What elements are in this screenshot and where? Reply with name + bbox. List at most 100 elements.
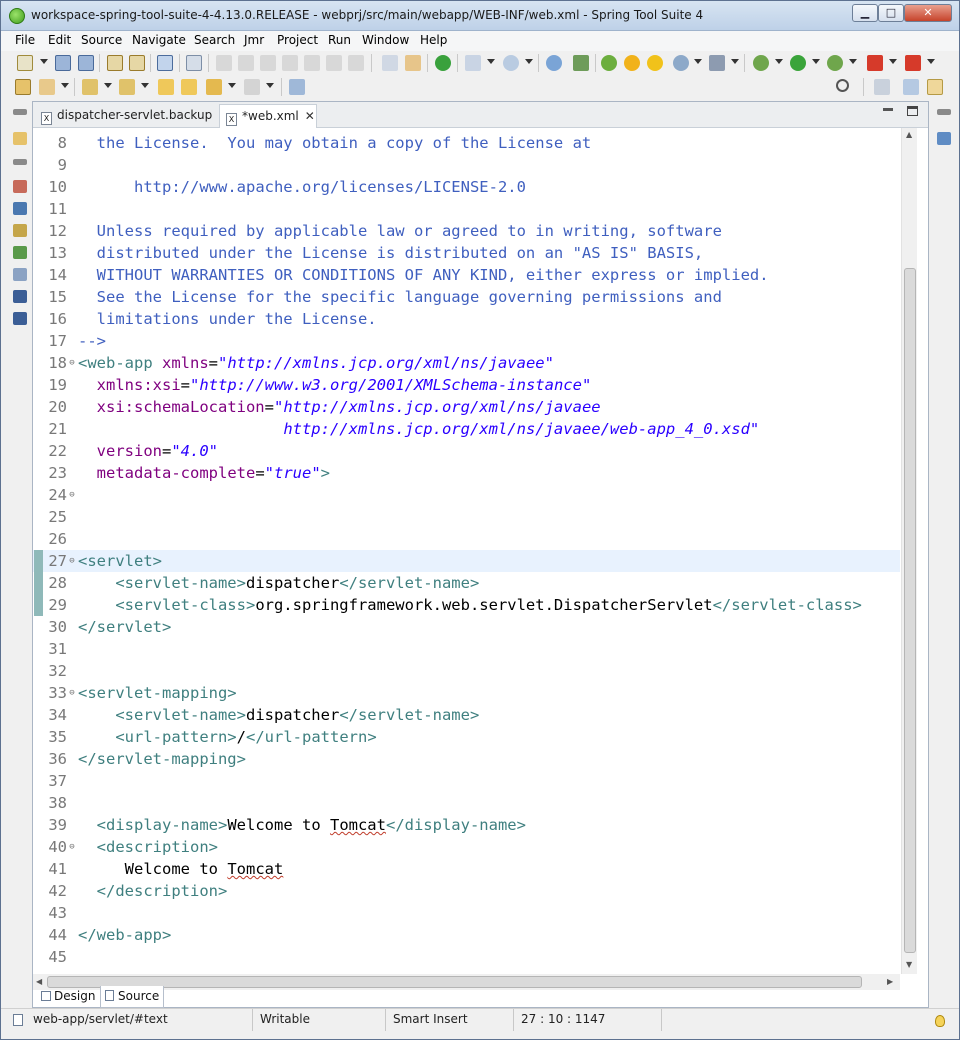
step-return-icon[interactable] [348,55,364,71]
code-text[interactable]: distributed under the License is distrib… [78,242,704,264]
tab-source[interactable]: Source [100,986,165,1008]
code-line[interactable]: 23 metadata-complete="true"> [33,462,900,484]
prev-annotation-icon[interactable] [119,79,135,95]
spring-perspective-icon[interactable] [927,79,943,95]
menu-search[interactable]: Search [194,33,235,47]
code-line[interactable]: 30 </servlet> [33,616,900,638]
code-line[interactable]: 29 <servlet-class>org.springframework.we… [33,594,900,616]
code-line[interactable]: 9 [33,154,900,176]
menu-help[interactable]: Help [420,33,447,47]
code-line[interactable]: 21 http://xmlns.jcp.org/xml/ns/javaee/we… [33,418,900,440]
vertical-scrollbar[interactable]: ▲ ▼ [901,128,917,974]
pen-dropdown-icon[interactable] [61,83,69,88]
code-line[interactable]: 12 Unless required by applicable law or … [33,220,900,242]
forward-icon[interactable] [244,79,260,95]
restore-icon[interactable] [937,109,951,115]
code-line[interactable]: 10 http://www.apache.org/licenses/LICENS… [33,176,900,198]
use-step-filters-icon[interactable] [382,55,398,71]
open-resource-icon[interactable] [129,55,145,71]
pen-icon[interactable] [39,79,55,95]
new-spring-icon[interactable] [503,55,519,71]
resume-icon[interactable] [216,55,232,71]
pin-editor-icon[interactable] [289,79,305,95]
search-run-icon[interactable] [573,55,589,71]
code-text[interactable]: </description> [78,880,228,902]
next-annotation-icon[interactable] [82,79,98,95]
new-dropdown-icon[interactable] [40,59,48,64]
code-text[interactable]: WITHOUT WARRANTIES OR CONDITIONS OF ANY … [78,264,769,286]
restore-icon[interactable] [13,159,27,165]
package-explorer-icon[interactable] [13,132,27,145]
java-perspective-icon[interactable] [903,79,919,95]
menu-file[interactable]: File [15,33,35,47]
code-line[interactable]: 31 [33,638,900,660]
code-line[interactable]: 34 <servlet-name>dispatcher</servlet-nam… [33,704,900,726]
code-text[interactable]: </servlet-mapping> [78,748,246,770]
code-line[interactable]: 33 ⊖ <servlet-mapping> [33,682,900,704]
scroll-up-icon[interactable]: ▲ [906,130,912,139]
menu-source[interactable]: Source [81,33,122,47]
help-tip-icon[interactable] [624,55,640,71]
last-edit-icon[interactable] [158,79,174,95]
scroll-down-icon[interactable]: ▼ [906,960,912,969]
fold-toggle-icon[interactable]: ⊖ [67,484,77,506]
link-dropdown-icon[interactable] [731,59,739,64]
code-text[interactable]: limitations under the License. [78,308,377,330]
code-text[interactable]: <servlet-name>dispatcher</servlet-name> [78,572,479,594]
question-icon[interactable] [647,55,663,71]
menu-jmr[interactable]: Jmr [244,33,264,47]
code-text[interactable]: metadata-complete="true"> [78,462,330,484]
open-perspective-icon[interactable] [874,79,890,95]
code-line[interactable]: 44 </web-app> [33,924,900,946]
new-icon[interactable] [17,55,33,71]
boot-dashboard-view-icon[interactable] [13,180,27,193]
outline-view-icon[interactable] [937,132,951,145]
code-text[interactable]: <servlet-name>dispatcher</servlet-name> [78,704,479,726]
new-spring-dropdown-icon[interactable] [525,59,533,64]
code-line[interactable]: 39 <display-name>Welcome to Tomcat</disp… [33,814,900,836]
debug-icon[interactable] [753,55,769,71]
code-text[interactable]: </servlet> [78,616,171,638]
code-line[interactable]: 24 ⊖ [33,484,900,506]
progress-view-icon[interactable] [13,312,27,325]
code-line[interactable]: 36 </servlet-mapping> [33,748,900,770]
code-text[interactable]: <description> [78,836,218,858]
maximize-view-icon[interactable] [907,106,918,116]
code-text[interactable]: the License. You may obtain a copy of th… [78,132,592,154]
debug-dropdown-icon[interactable] [775,59,783,64]
code-line[interactable]: 11 [33,198,900,220]
code-text[interactable]: See the License for the specific languag… [78,286,722,308]
stop-icon[interactable] [867,55,883,71]
web-browser-icon[interactable] [546,55,562,71]
code-text[interactable]: <url-pattern>/</url-pattern> [78,726,376,748]
close-tab-icon[interactable]: ✕ [305,105,315,127]
servers-icon[interactable] [13,246,27,259]
code-text[interactable]: xsi:schemaLocation="http://xmlns.jcp.org… [78,396,601,418]
restore-icon[interactable] [13,109,27,115]
menu-edit[interactable]: Edit [48,33,71,47]
forward-dropdown-icon[interactable] [266,83,274,88]
javadoc-icon[interactable] [13,268,27,281]
code-line[interactable]: 14 WITHOUT WARRANTIES OR CONDITIONS OF A… [33,264,900,286]
fold-toggle-icon[interactable]: ⊖ [67,682,77,704]
code-line[interactable]: 22 version="4.0" [33,440,900,462]
fold-toggle-icon[interactable]: ⊖ [67,550,77,572]
prev-annotation-dropdown-icon[interactable] [141,83,149,88]
code-line[interactable]: 15 See the License for the specific lang… [33,286,900,308]
code-text[interactable]: <web-app xmlns="http://xmlns.jcp.org/xml… [78,352,554,374]
menu-navigate[interactable]: Navigate [132,33,186,47]
step-over-icon[interactable] [326,55,342,71]
back-icon[interactable] [206,79,222,95]
tab-web-xml[interactable]: X *web.xml ✕ [219,104,317,128]
code-line[interactable]: 32 [33,660,900,682]
maximize-button[interactable]: □ [878,4,904,22]
code-text[interactable]: <servlet> [78,550,162,572]
vertical-scroll-thumb[interactable] [904,268,916,953]
code-line[interactable]: 20 xsi:schemaLocation="http://xmlns.jcp.… [33,396,900,418]
code-text[interactable]: http://xmlns.jcp.org/xml/ns/javaee/web-a… [78,418,759,440]
source-editor[interactable]: 8 the License. You may obtain a copy of … [33,128,900,974]
stop-dropdown-icon[interactable] [889,59,897,64]
scroll-left-icon[interactable]: ◀ [36,977,42,986]
problems-icon[interactable] [13,224,27,237]
external-tools-icon[interactable] [905,55,921,71]
